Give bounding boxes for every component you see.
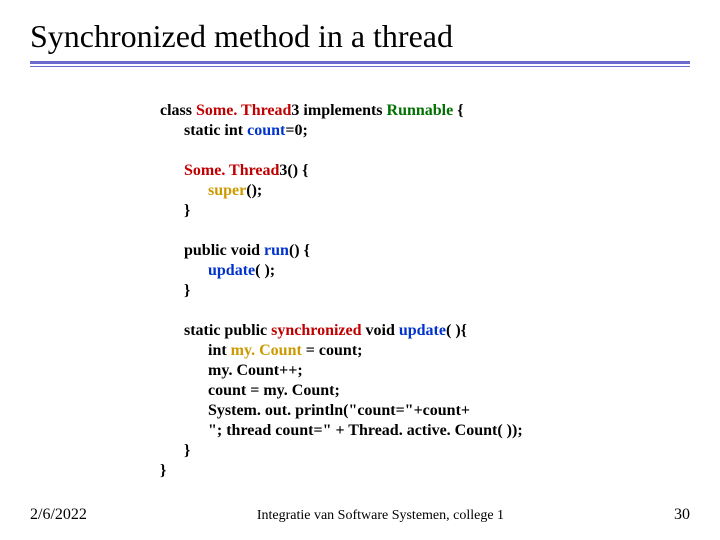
- title-rule-thick: [30, 61, 690, 64]
- slide: Synchronized method in a thread class So…: [0, 0, 720, 540]
- code-text: run: [264, 242, 289, 259]
- code-text: }: [184, 202, 190, 219]
- footer-course: Integratie van Software Systemen, colleg…: [87, 508, 674, 524]
- footer-date: 2/6/2022: [30, 506, 87, 524]
- code-text: super: [208, 182, 246, 199]
- code-block: class Some. Thread3 implements Runnable …: [30, 81, 690, 501]
- code-text: }: [160, 462, 166, 479]
- slide-title: Synchronized method in a thread: [30, 18, 690, 55]
- code-text: () {: [289, 242, 310, 259]
- code-text: }: [184, 442, 190, 459]
- code-text: System. out. println("count="+count+: [208, 402, 470, 419]
- code-text: public void: [184, 242, 264, 259]
- footer-page-number: 30: [674, 506, 690, 524]
- code-text: }: [184, 282, 190, 299]
- code-text: my. Count: [231, 342, 302, 359]
- code-text: ( );: [255, 262, 275, 279]
- code-text: "; thread count=" + Thread. active. Coun…: [208, 422, 523, 439]
- code-text: static public: [184, 322, 271, 339]
- code-text: = count;: [302, 342, 363, 359]
- code-text: =0;: [285, 122, 307, 139]
- code-text: ();: [246, 182, 262, 199]
- code-text: class: [160, 102, 196, 119]
- code-text: update: [208, 262, 255, 279]
- code-text: void: [366, 322, 399, 339]
- code-text: update: [399, 322, 446, 339]
- footer: 2/6/2022 Integratie van Software Systeme…: [30, 506, 690, 524]
- code-text: 3() {: [279, 162, 308, 179]
- code-content: class Some. Thread3 implements Runnable …: [160, 81, 690, 501]
- code-text: ( ){: [446, 322, 467, 339]
- code-text: Some. Thread: [196, 102, 291, 119]
- code-text: Some. Thread: [184, 162, 279, 179]
- title-rule-thin: [30, 66, 690, 67]
- code-text: count: [247, 122, 285, 139]
- code-text: static int: [184, 122, 247, 139]
- code-text: {: [453, 102, 463, 119]
- code-text: int: [208, 342, 231, 359]
- code-text: count = my. Count;: [208, 382, 340, 399]
- code-text: Runnable: [387, 102, 454, 119]
- code-text: implements: [299, 102, 386, 119]
- code-text: my. Count++;: [208, 362, 303, 379]
- code-text: synchronized: [271, 322, 365, 339]
